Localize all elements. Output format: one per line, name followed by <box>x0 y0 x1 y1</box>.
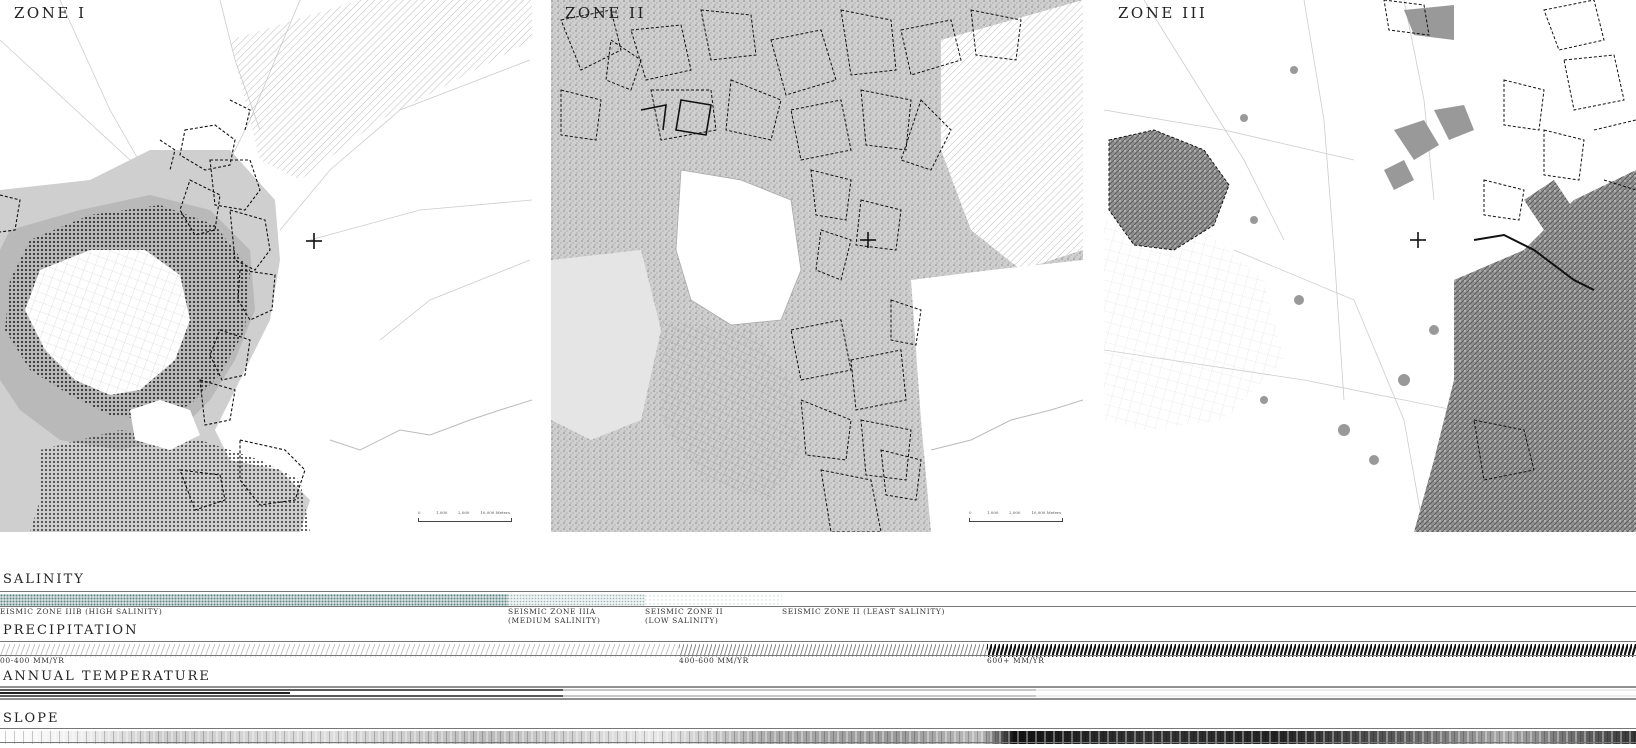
zone-3-map <box>1104 0 1636 532</box>
precipitation-segment-label: 600+ MM/YR <box>987 656 1045 665</box>
salinity-segment-label: SEISMIC ZONE II (LEAST SALINITY) <box>782 607 945 616</box>
slope-rule-bottom <box>0 742 1636 743</box>
zone-2-map <box>551 0 1083 532</box>
scale-tick: 10,000 Meters <box>480 510 510 515</box>
scale-tick: 2,000 <box>458 510 470 515</box>
scale-tick: 1,000 <box>987 510 999 515</box>
temperature-band-graphic <box>0 686 1636 700</box>
zone-title: ZONE II <box>565 4 646 22</box>
zone-title: ZONE III <box>1118 4 1208 22</box>
scale-tick: 0 <box>969 510 972 515</box>
precipitation-segment-label: 400-600 MM/YR <box>679 656 749 665</box>
salinity-segment-label: SEISMIC ZONE II (LOW SALINITY) <box>645 607 724 625</box>
precipitation-band <box>0 642 1636 657</box>
map-panel-zone-1: ZONE I 0 1,000 2,000 10,000 Meters <box>0 0 532 532</box>
scale-tick: 1,000 <box>436 510 448 515</box>
map-panel-zone-3: ZONE III <box>1104 0 1636 532</box>
slope-band <box>0 729 1636 744</box>
scale-tick: 2,000 <box>1009 510 1021 515</box>
precipitation-label: PRECIPITATION <box>3 623 139 638</box>
zone-title: ZONE I <box>14 4 87 22</box>
precipitation-segment-label: 00-400 MM/YR <box>0 656 65 665</box>
salinity-segment-label: EISMIC ZONE IIIB (HIGH SALINITY) <box>0 607 163 616</box>
zone-1-map <box>0 0 532 532</box>
temperature-band <box>0 685 1636 700</box>
scale-bar-line <box>418 518 512 522</box>
scale-tick: 0 <box>418 510 421 515</box>
slope-label: SLOPE <box>3 711 60 726</box>
salinity-label: SALINITY <box>3 572 85 587</box>
scale-bar-line <box>969 518 1063 522</box>
scale-tick: 10,000 Meters <box>1031 510 1061 515</box>
salinity-segment-label: SEISMIC ZONE IIIA (MEDIUM SALINITY) <box>508 607 601 625</box>
salinity-band <box>0 592 1636 607</box>
scale-bar: 0 1,000 2,000 10,000 Meters <box>969 510 1063 524</box>
precipitation-rule-bottom <box>0 655 1636 656</box>
temperature-label: ANNUAL TEMPERATURE <box>3 669 211 684</box>
scale-bar: 0 1,000 2,000 10,000 Meters <box>418 510 512 524</box>
map-panel-zone-2: ZONE II 0 1,000 2,000 10,000 Meters <box>551 0 1083 532</box>
